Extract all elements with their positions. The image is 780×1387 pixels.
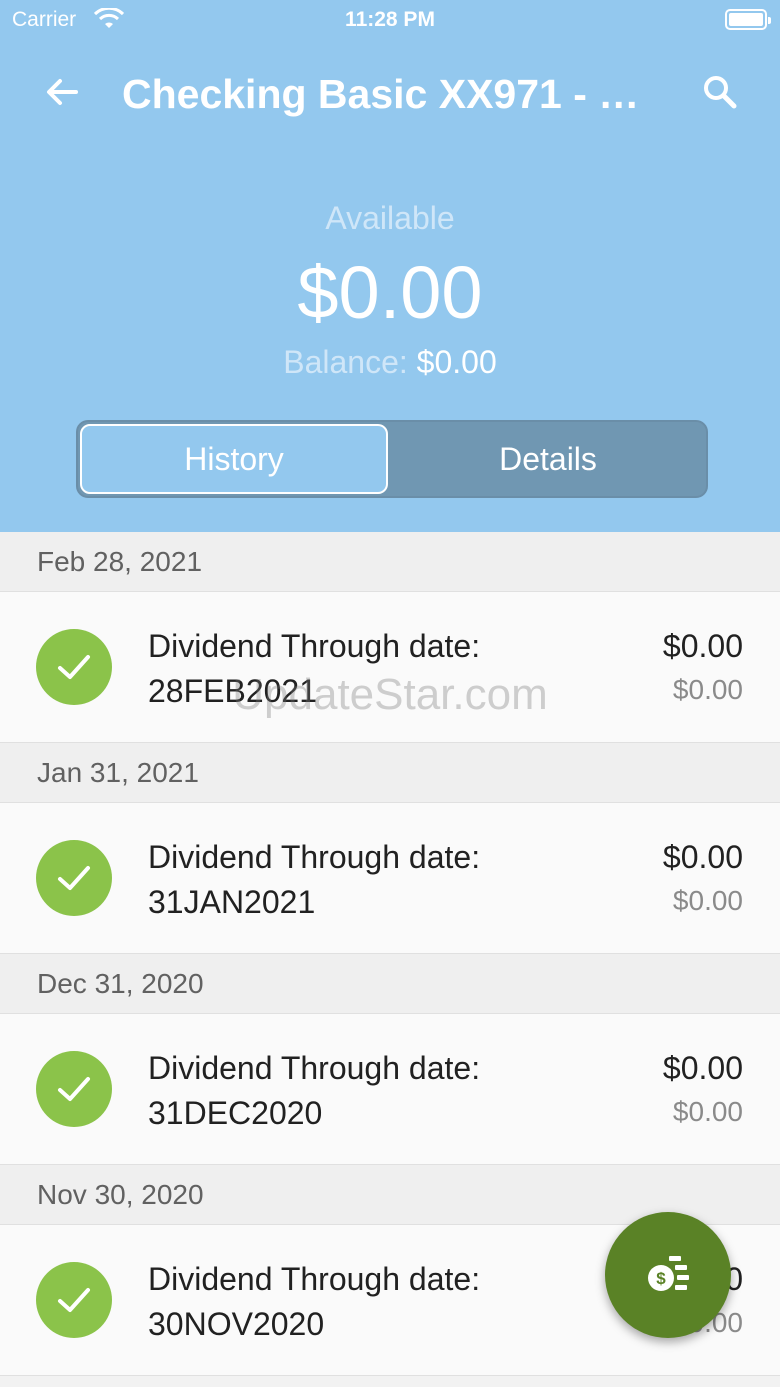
transaction-group: Jan 31, 2021 Dividend Through date: 31JA… (0, 743, 780, 954)
transaction-desc-line1: Dividend Through date: (148, 1261, 481, 1297)
view-segmented-control: History Details (76, 420, 708, 498)
transaction-desc-line2: 31DEC2020 (148, 1095, 323, 1131)
transaction-group: Feb 28, 2021 Dividend Through date: 28FE… (0, 532, 780, 743)
status-time: 11:28 PM (345, 8, 435, 31)
transaction-description: Dividend Through date: 31JAN2021 (148, 835, 568, 925)
transfer-money-icon: $ (648, 1256, 689, 1291)
date-header: Feb 28, 2021 (0, 532, 780, 592)
transaction-desc-line1: Dividend Through date: (148, 1050, 481, 1086)
date-header: Dec 31, 2020 (0, 954, 780, 1014)
transaction-row[interactable]: Dividend Through date: 31JAN2021 $0.00 $… (0, 803, 780, 954)
transaction-desc-line2: 31JAN2021 (148, 884, 316, 920)
search-icon[interactable] (696, 68, 744, 116)
transaction-amount: $0.00 (662, 1050, 743, 1086)
balance-value: $0.00 (416, 344, 497, 380)
check-icon (36, 840, 112, 916)
transaction-description: Dividend Through date: 31DEC2020 (148, 1046, 568, 1136)
balance-label: Balance: (283, 344, 408, 380)
page-title: Checking Basic XX971 - Share (122, 71, 662, 117)
transfer-fab-button[interactable]: $ (605, 1212, 731, 1338)
transaction-desc-line1: Dividend Through date: (148, 839, 481, 875)
svg-text:$: $ (656, 1269, 666, 1288)
status-bar: Carrier 11:28 PM (0, 0, 780, 40)
account-header: Carrier 11:28 PM Checking Basic XX971 - … (0, 0, 780, 532)
battery-icon (725, 9, 771, 30)
transaction-balance: $0.00 (672, 674, 743, 705)
transaction-description: Dividend Through date: 28FEB2021 (148, 624, 568, 714)
transaction-desc-line2: 28FEB2021 (148, 673, 318, 709)
tab-details[interactable]: Details (390, 424, 706, 494)
transaction-desc-line2: 30NOV2020 (148, 1306, 325, 1342)
transaction-row[interactable]: Dividend Through date: 31DEC2020 $0.00 $… (0, 1014, 780, 1165)
check-icon (36, 1262, 112, 1338)
balance-line: Balance: $0.00 (0, 344, 780, 381)
tab-history[interactable]: History (80, 424, 388, 494)
transaction-row[interactable]: Dividend Through date: 28FEB2021 $0.00 $… (0, 592, 780, 743)
transaction-description: Dividend Through date: 30NOV2020 (148, 1257, 568, 1347)
available-amount: $0.00 (297, 251, 483, 334)
check-icon (36, 629, 112, 705)
transaction-balance: $0.00 (672, 1096, 743, 1127)
date-header: Jan 31, 2021 (0, 743, 780, 803)
transaction-desc-line1: Dividend Through date: (148, 628, 481, 664)
check-icon (36, 1051, 112, 1127)
available-label: Available (325, 200, 455, 236)
back-arrow-icon[interactable] (38, 68, 86, 116)
transaction-amount: $0.00 (662, 628, 743, 664)
transaction-amount: $0.00 (662, 839, 743, 875)
transaction-balance: $0.00 (672, 885, 743, 916)
transaction-group: Dec 31, 2020 Dividend Through date: 31DE… (0, 954, 780, 1165)
